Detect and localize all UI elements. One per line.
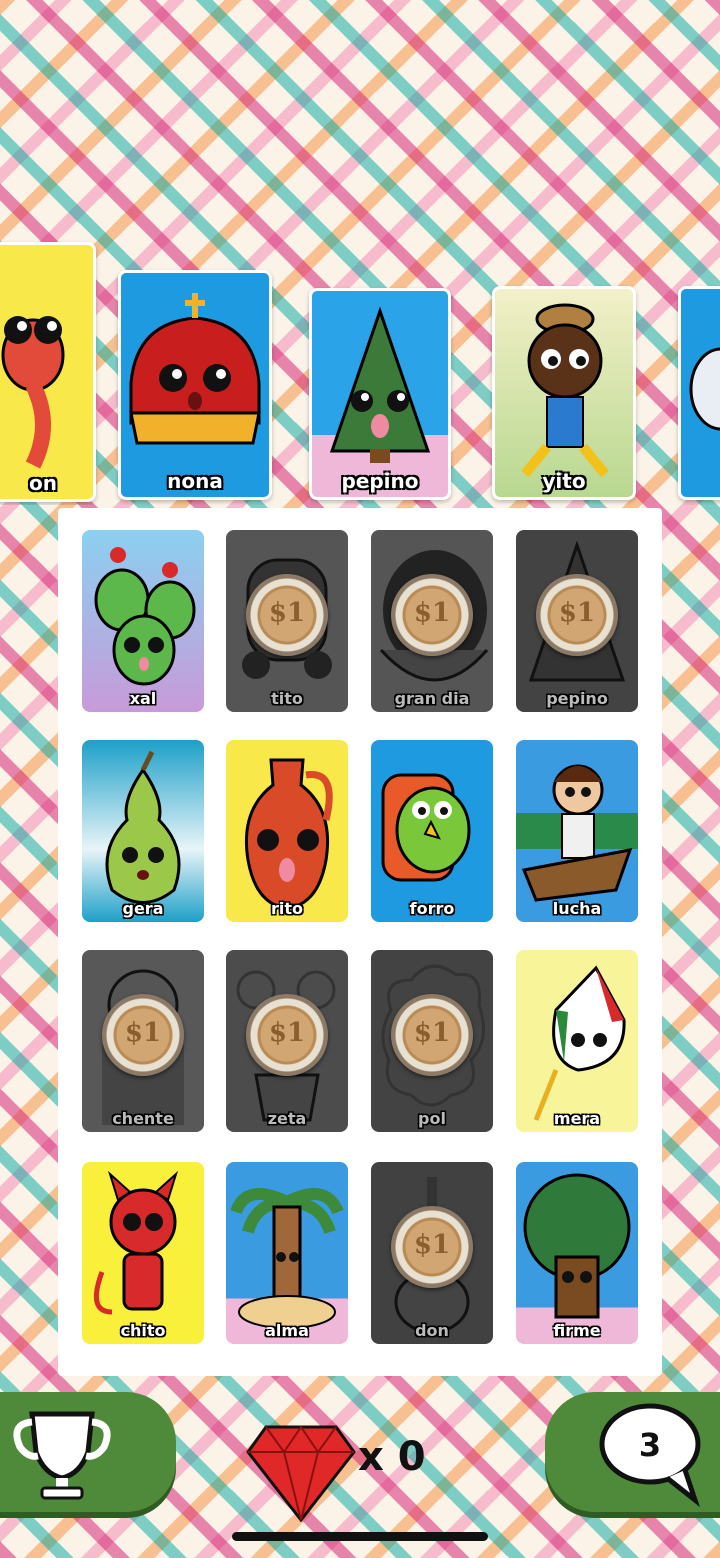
speech-bubble-icon: 3 (599, 1403, 701, 1508)
board-card-tito[interactable]: $1 tito (226, 530, 348, 712)
called-cards-strip[interactable]: on nona pepino yito (0, 240, 720, 505)
coin-marker: $1 (391, 574, 473, 656)
coin-marker: $1 (102, 994, 184, 1076)
loteria-board: xal $1 tito $1 gran dia $1 pepino gera r… (58, 508, 662, 1376)
board-card-pol[interactable]: $1 pol (371, 950, 493, 1132)
coin-marker: $1 (246, 574, 328, 656)
called-card-label: yito (542, 469, 586, 493)
card-label: forro (409, 899, 455, 918)
fish-icon (689, 347, 720, 431)
coin-marker: $1 (246, 994, 328, 1076)
boy-icon (521, 303, 609, 478)
called-card: on (0, 242, 96, 502)
board-card-lucha[interactable]: lucha (516, 740, 638, 922)
card-label: gran dia (394, 689, 470, 708)
background-pattern (0, 0, 720, 240)
cactus-icon (94, 547, 196, 686)
card-label: rito (270, 899, 303, 918)
board-card-xal[interactable]: xal (82, 530, 204, 712)
card-label: lucha (552, 899, 602, 918)
jug-icon (244, 758, 333, 910)
board-card-rito[interactable]: rito (226, 740, 348, 922)
card-label: tito (271, 689, 303, 708)
card-label: firme (553, 1321, 601, 1340)
called-card: pepino (309, 288, 451, 500)
leaderboard-button[interactable] (0, 1392, 176, 1512)
gem-icon (246, 1425, 356, 1522)
board-card-firme[interactable]: firme (516, 1162, 638, 1344)
card-label: don (415, 1321, 449, 1340)
card-label: gera (122, 899, 164, 918)
gem-count: x 0 (358, 1434, 426, 1480)
board-card-chente[interactable]: $1 chente (82, 950, 204, 1132)
card-label: zeta (267, 1109, 307, 1128)
crown-icon (129, 293, 261, 445)
tree-icon (329, 306, 431, 463)
board-card-mera[interactable]: mera (516, 950, 638, 1132)
called-card: yito (492, 286, 636, 500)
trophy-icon (13, 1411, 111, 1500)
home-indicator[interactable] (232, 1532, 488, 1541)
devil-icon (93, 1170, 179, 1315)
card-label: chente (112, 1109, 174, 1128)
pear-icon (105, 750, 181, 904)
called-card (678, 286, 720, 500)
board-card-alma[interactable]: alma (226, 1162, 348, 1344)
shrimp-icon (1, 316, 65, 469)
coin-marker: $1 (391, 1206, 473, 1288)
parrot-icon (381, 773, 471, 882)
card-label: mera (553, 1109, 601, 1128)
chat-badge: 3 (639, 1426, 661, 1464)
board-card-pepino[interactable]: $1 pepino (516, 530, 638, 712)
flag-icon (533, 965, 626, 1121)
board-card-gera[interactable]: gera (82, 740, 204, 922)
board-card-zeta[interactable]: $1 zeta (226, 950, 348, 1132)
board-card-chito[interactable]: chito (82, 1162, 204, 1344)
board-card-don[interactable]: $1 don (371, 1162, 493, 1344)
called-card-label: on (29, 471, 57, 495)
card-label: xal (129, 689, 157, 708)
card-label: pol (418, 1109, 446, 1128)
coin-marker: $1 (536, 574, 618, 656)
called-card-label: nona (167, 469, 223, 493)
coin-marker: $1 (391, 994, 473, 1076)
board-card-gran-dia[interactable]: $1 gran dia (371, 530, 493, 712)
card-label: alma (265, 1321, 309, 1340)
card-label: pepino (546, 689, 608, 708)
oak-icon (523, 1173, 631, 1319)
called-card-label: pepino (341, 469, 419, 493)
called-card: nona (118, 270, 272, 500)
palm-icon (230, 1188, 344, 1329)
girl-canoe-icon (521, 764, 633, 902)
board-card-forro[interactable]: forro (371, 740, 493, 922)
chat-button[interactable]: 3 (545, 1392, 720, 1512)
card-label: chito (120, 1321, 166, 1340)
